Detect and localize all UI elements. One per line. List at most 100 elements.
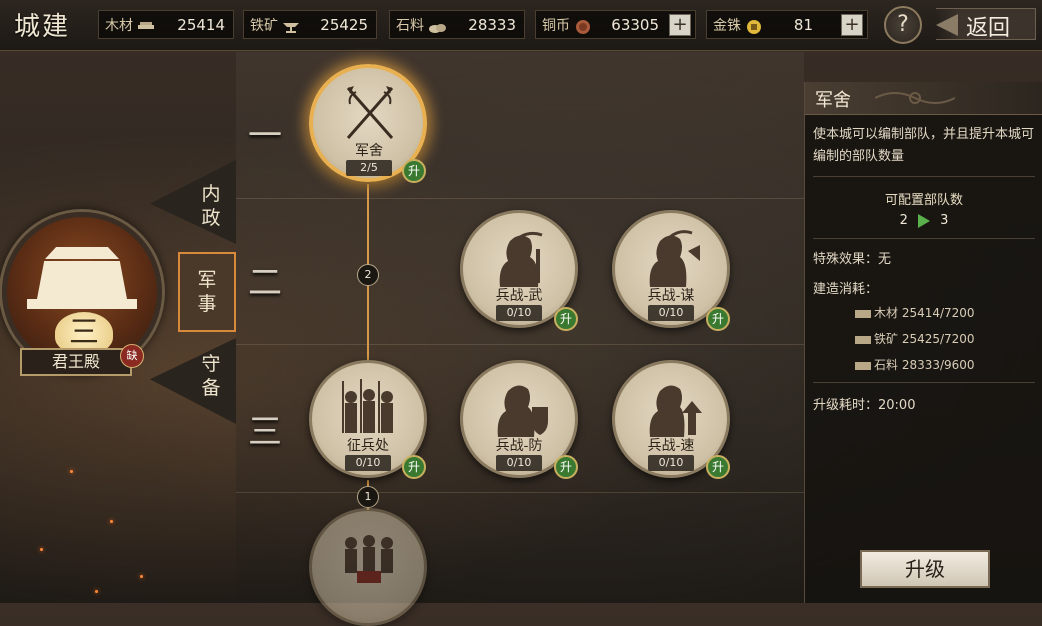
node-level: 0/10	[496, 305, 542, 321]
info-title-bar: 军舍	[805, 82, 1042, 115]
upgrade-badge[interactable]: 升	[402, 455, 426, 479]
node-name: 兵战-谋	[647, 288, 695, 304]
page-title: 城建	[14, 12, 71, 42]
resource-value: 25425	[320, 15, 368, 34]
divider	[813, 382, 1035, 383]
node-name: 兵战-武	[495, 288, 543, 304]
special-effect: 特殊效果：无	[813, 252, 892, 267]
cost-iron: 铁矿 25425/7200	[855, 330, 975, 347]
tier-divider	[236, 492, 804, 493]
capacity-to: 3	[940, 213, 949, 228]
upgrade-button[interactable]: 升级	[860, 550, 990, 588]
soldiers-chest-icon	[339, 525, 399, 587]
resource-value: 63305	[611, 15, 659, 34]
node-level: 0/10	[496, 455, 542, 471]
info-title: 军舍	[815, 90, 851, 111]
back-arrow-icon	[936, 14, 958, 36]
node-level: 0/10	[648, 305, 694, 321]
tab-label: 内政	[201, 183, 221, 229]
upgrade-badge[interactable]: 升	[706, 455, 730, 479]
cost-stone: 石料 28333/9600	[855, 356, 975, 373]
tier-label: 二	[248, 263, 282, 303]
upgrade-badge[interactable]: 升	[554, 307, 578, 331]
info-description: 使本城可以编制部队，并且提升本城可编制的部队数量	[813, 127, 1035, 164]
resource-iron: 铁矿 25425	[243, 10, 377, 39]
crossed-spears-icon	[340, 82, 400, 144]
ember-decoration	[110, 520, 113, 523]
resource-label: 铁矿	[250, 17, 278, 34]
capacity-values: 2 3	[805, 213, 1042, 228]
resource-value: 25414	[177, 15, 225, 34]
ember-decoration	[95, 590, 98, 593]
palace-badge: 缺	[120, 344, 144, 368]
add-gold-button[interactable]: +	[841, 14, 863, 36]
resource-label: 铜币	[542, 17, 570, 34]
tier-divider	[236, 344, 804, 345]
resource-value: 28333	[468, 15, 516, 34]
cost-text: 铁矿 25425/7200	[874, 332, 975, 346]
tier-label: 三	[248, 412, 282, 452]
warrior-sword-icon	[490, 227, 550, 289]
anvil-icon	[282, 19, 300, 33]
anvil-icon	[855, 335, 871, 344]
wood-icon	[137, 19, 155, 31]
upgrade-badge[interactable]: 升	[402, 159, 426, 183]
ember-decoration	[40, 548, 43, 551]
cost-wood: 木材 25414/7200	[855, 304, 975, 321]
palace-roof-icon	[45, 247, 119, 259]
resource-value: 81	[793, 15, 813, 34]
resource-gold: 金铢 81 +	[706, 10, 868, 39]
tab-label: 守备	[201, 353, 221, 399]
divider	[813, 238, 1035, 239]
tab-label: 军事	[197, 269, 217, 315]
node-level: 2/5	[346, 160, 392, 176]
back-button[interactable]: 返回	[936, 8, 1036, 41]
node-locked[interactable]	[309, 508, 427, 626]
palace-building-icon	[37, 261, 127, 299]
divider	[813, 176, 1035, 177]
ember-decoration	[70, 470, 73, 473]
top-bar: 城建 木材 25414 铁矿 25425 石料 28333 铜币 63305 +…	[0, 0, 1042, 51]
palace-base-icon	[27, 299, 137, 309]
upgrade-badge[interactable]: 升	[554, 455, 578, 479]
tier-label: 一	[248, 116, 282, 156]
upgrade-badge[interactable]: 升	[706, 307, 730, 331]
resource-wood: 木材 25414	[98, 10, 234, 39]
warrior-shield-icon	[490, 377, 550, 439]
capacity-label: 可配置部队数	[884, 193, 963, 208]
node-name: 兵战-防	[495, 438, 543, 454]
resource-label: 金铢	[713, 17, 741, 34]
resource-label: 木材	[105, 17, 133, 34]
tab-shoubei[interactable]: 守备	[150, 338, 236, 424]
node-name: 征兵处	[347, 438, 389, 454]
node-name: 兵战-速	[647, 438, 695, 454]
node-level: 0/10	[648, 455, 694, 471]
node-level: 0/10	[345, 455, 391, 471]
stone-icon	[428, 19, 446, 33]
help-button[interactable]: ?	[884, 6, 922, 44]
capacity-from: 2	[899, 213, 908, 228]
building-info-panel: 军舍 使本城可以编制部队，并且提升本城可编制的部队数量 可配置部队数 2 3 特…	[804, 82, 1042, 603]
strategist-fan-icon	[642, 227, 702, 289]
resource-stone: 石料 28333	[389, 10, 525, 39]
back-label: 返回	[966, 16, 1011, 41]
soldiers-group-icon	[339, 377, 399, 439]
upgrade-time: 升级耗时：20:00	[813, 398, 916, 413]
add-copper-button[interactable]: +	[669, 14, 691, 36]
cost-text: 石料 28333/9600	[874, 358, 975, 372]
ornament-icon	[875, 92, 955, 104]
palace-name: 君王殿	[20, 348, 132, 376]
connector-count: 2	[357, 264, 379, 286]
gold-coin-icon	[745, 19, 763, 34]
tab-neizheng[interactable]: 内政	[150, 160, 236, 244]
tab-junshi[interactable]: 军事	[178, 252, 236, 332]
cost-text: 木材 25414/7200	[874, 306, 975, 320]
node-name: 军舍	[355, 143, 383, 159]
resource-label: 石料	[396, 17, 424, 34]
ember-decoration	[140, 575, 143, 578]
wood-icon	[855, 309, 871, 318]
resource-copper: 铜币 63305 +	[535, 10, 696, 39]
copper-coin-icon	[574, 19, 592, 34]
arrow-right-icon	[918, 213, 930, 228]
cost-label: 建造消耗：	[813, 282, 879, 297]
